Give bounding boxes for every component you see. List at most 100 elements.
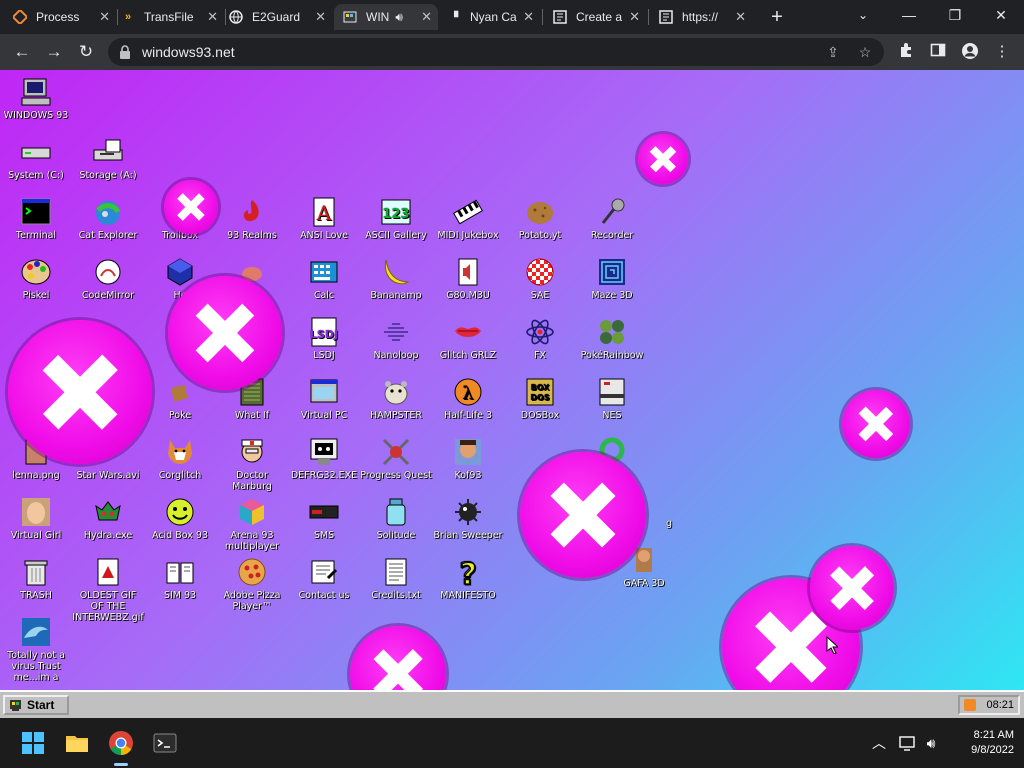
file-explorer-icon[interactable] [64, 730, 90, 756]
close-window-button[interactable]: ✕ [978, 0, 1024, 30]
desktop-icon-brian-sweeper[interactable]: Brian Sweeper [432, 496, 504, 541]
popup-close-x[interactable] [810, 546, 894, 630]
tab-https[interactable]: https:// ✕ [658, 4, 752, 30]
tab-nyan[interactable]: ▝ Nyan Ca ✕ [446, 4, 540, 30]
forward-button[interactable]: → [42, 40, 66, 64]
desktop-icon-g80-m3u[interactable]: G80.M3U [432, 256, 504, 301]
rss-icon[interactable] [964, 699, 976, 711]
chrome-icon[interactable] [108, 730, 134, 756]
win93-tray: 08:21 [958, 695, 1020, 715]
desktop-icon-pokerainbow[interactable]: PokéRainbow [576, 316, 648, 361]
desktop-icon-93-realms[interactable]: 93 Realms [216, 196, 288, 241]
desktop-icon-hampster[interactable]: HAMPSTER [360, 376, 432, 421]
desktop-icon-sim-93[interactable]: SIM 93 [144, 556, 216, 601]
popup-close-x[interactable] [520, 452, 646, 578]
desktop-icon-virtual-pc[interactable]: Virtual PC [288, 376, 360, 421]
system-clock[interactable]: 8:21 AM 9/8/2022 [971, 728, 1014, 758]
tab-e2guard[interactable]: E2Guard ✕ [228, 4, 332, 30]
desktop-icon-windows93[interactable]: WINDOWS 93 [0, 76, 72, 121]
desktop-icon-cat-explorer[interactable]: Cat Explorer [72, 196, 144, 241]
lock-icon[interactable] [118, 44, 134, 60]
desktop-icon-contact-us[interactable]: Contact us [288, 556, 360, 601]
close-tab-icon[interactable]: ✕ [99, 9, 110, 25]
close-tab-icon[interactable]: ✕ [207, 9, 218, 25]
bookmark-star-icon[interactable]: ☆ [856, 43, 874, 61]
desktop-icon-sms[interactable]: SMS [288, 496, 360, 541]
menu-icon[interactable]: ⋮ [992, 42, 1012, 62]
side-panel-icon[interactable] [928, 42, 948, 62]
close-tab-icon[interactable]: ✕ [523, 9, 534, 25]
desktop-icon-ascii-gallery[interactable]: 123 ASCII Gallery [360, 196, 432, 241]
desktop-icon-dosbox[interactable]: BOX DOS DOSBox [504, 376, 576, 421]
tab-process[interactable]: Process ✕ [12, 4, 116, 30]
tab-win93[interactable]: WIN 🔊︎ ✕ [334, 4, 438, 30]
desktop-icon-corglitch[interactable]: Corglitch [144, 436, 216, 481]
hydra-icon [92, 496, 124, 528]
desktop-icon-glitch-grlz[interactable]: Glitch GRLZ [432, 316, 504, 361]
desktop-icon-hydra[interactable]: Hydra.exe [72, 496, 144, 541]
desktop-icon-nanoloop[interactable]: Nanoloop [360, 316, 432, 361]
desktop-icon-fx[interactable]: FX [504, 316, 576, 361]
win93-desktop[interactable]: WINDOWS 93 System (C:) Storage (A:) Term… [0, 70, 1024, 690]
desktop-icon-manifesto[interactable]: ? MANIFESTO [432, 556, 504, 602]
popup-close-x[interactable] [638, 134, 688, 184]
close-tab-icon[interactable]: ✕ [629, 9, 640, 25]
popup-close-x[interactable] [842, 390, 910, 458]
desktop-icon-piskel[interactable]: Piskel [0, 256, 72, 301]
desktop-icon-codemirror[interactable]: CodeMirror [72, 256, 144, 301]
start-button[interactable]: Start [3, 695, 69, 715]
minimize-button[interactable]: — [886, 0, 932, 30]
extensions-icon[interactable] [896, 42, 916, 62]
desktop-icon-credits[interactable]: Credits.txt [360, 556, 432, 601]
desktop-icon-potato[interactable]: Potato.yt [504, 196, 576, 241]
popup-close-x[interactable] [164, 180, 218, 234]
desktop-icon-acid-box[interactable]: Acid Box 93 [144, 496, 216, 541]
speaker-icon[interactable]: 🔊︎ [395, 10, 403, 25]
terminal-app-icon[interactable] [152, 730, 178, 756]
popup-close-x[interactable] [8, 320, 152, 464]
desktop-icon-trash[interactable]: TRASH [0, 556, 72, 601]
desktop-icon-arena-93[interactable]: Arena 93 multiplayer [216, 496, 288, 552]
popup-close-x[interactable] [168, 276, 282, 390]
restore-button[interactable]: ❐ [932, 0, 978, 30]
close-tab-icon[interactable]: ✕ [735, 9, 746, 25]
desktop-icon-doctor-marburg[interactable]: Doctor Marburg [216, 436, 288, 492]
back-button[interactable]: ← [10, 40, 34, 64]
new-tab-button[interactable]: + [766, 6, 788, 28]
desktop-icon-terminal[interactable]: Terminal [0, 196, 72, 241]
desktop-icon-storage-a[interactable]: Storage (A:) [72, 136, 144, 181]
tab-search-button[interactable]: ⌄ [840, 0, 886, 30]
desktop-icon-not-a-virus[interactable]: Totally not a virus.Trust me...im a [0, 616, 72, 683]
desktop-icon-bananamp[interactable]: Bananamp [360, 256, 432, 301]
desktop-icon-lsdj[interactable]: LSDJ LSDJ [288, 316, 360, 361]
tab-transfile[interactable]: » TransFile ✕ [120, 4, 224, 30]
desktop-icon-sae[interactable]: SAE [504, 256, 576, 301]
close-tab-icon[interactable]: ✕ [421, 9, 432, 25]
desktop-icon-ansi-love[interactable]: A ANSI Love [288, 196, 360, 241]
desktop-icon-virtual-girl[interactable]: Virtual Girl [0, 496, 72, 541]
desktop-icon-half-life-3[interactable]: λ Half-Life 3 [432, 376, 504, 421]
desktop-icon-solitude[interactable]: Solitude [360, 496, 432, 541]
desktop-icon-kof93[interactable]: Kof93 [432, 436, 504, 481]
desktop-icon-recorder[interactable]: Recorder [576, 196, 648, 241]
tab-create[interactable]: Create a ✕ [552, 4, 646, 30]
volume-icon[interactable]: 🔊︎ [922, 734, 940, 752]
desktop-icon-defrg32[interactable]: DEFRG32.EXE [288, 436, 360, 481]
desktop-icon-maze-3d[interactable]: Maze 3D [576, 256, 648, 301]
address-bar[interactable]: windows93.net ⇪ ☆ [108, 38, 884, 66]
close-tab-icon[interactable]: ✕ [315, 9, 326, 25]
network-icon[interactable] [898, 734, 916, 752]
share-icon[interactable]: ⇪ [824, 43, 842, 61]
desktop-icon-nes[interactable]: NES [576, 376, 648, 421]
desktop-icon-midi-jukebox[interactable]: MIDI Jukebox [432, 196, 504, 241]
desktop-icon-progress-quest[interactable]: Progress Quest [360, 436, 432, 481]
desktop-icon-adobe-pizza[interactable]: Adobe Pizza Player™ [216, 556, 288, 612]
windows-start-icon[interactable] [20, 730, 46, 756]
desktop-icon-oldest-gif[interactable]: OLDEST GIF OF THE INTERWEBZ.gif [72, 556, 144, 623]
desktop-icon-system-c[interactable]: System (C:) [0, 136, 72, 181]
popup-close-x[interactable] [350, 626, 446, 690]
profile-icon[interactable] [960, 42, 980, 62]
reload-button[interactable]: ↻ [74, 40, 98, 64]
show-hidden-icons-chevron[interactable]: ︿ [870, 734, 888, 752]
desktop-icon-calc[interactable]: Calc [288, 256, 360, 301]
